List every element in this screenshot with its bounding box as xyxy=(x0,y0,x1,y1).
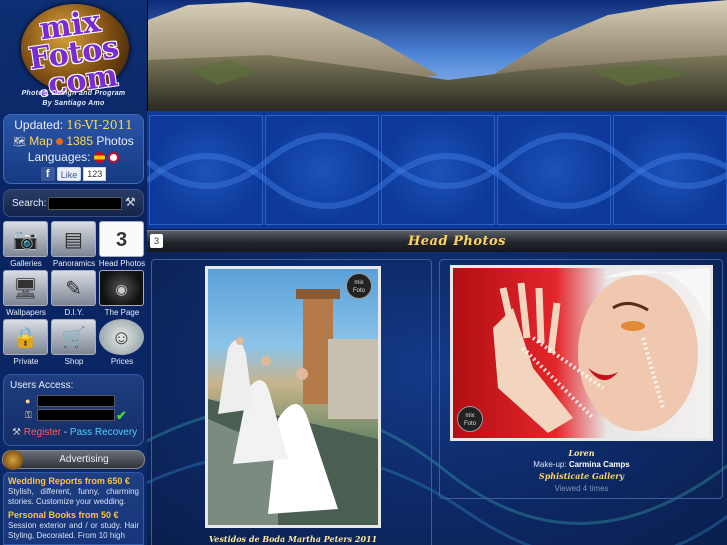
menu-label: Prices xyxy=(110,357,134,366)
search-hammer-icon[interactable]: ⚒ xyxy=(125,195,139,209)
menu-item-the-page[interactable]: ◉ The Page xyxy=(98,270,146,319)
user-icon: ● xyxy=(25,396,31,406)
menu-label: Panoramics xyxy=(52,259,96,268)
check-icon[interactable]: ✔ xyxy=(116,408,127,424)
menu-item-shop[interactable]: 🛒 Shop xyxy=(50,319,98,368)
advertising-header: Advertising xyxy=(2,450,145,470)
menu-label: Private xyxy=(13,357,39,366)
menu-label: Galleries xyxy=(10,259,42,268)
photo-content: mix Foto Vestidos de Boda Martha Peters 2… xyxy=(147,252,727,545)
facebook-like-button[interactable]: Like xyxy=(56,167,82,181)
updated-row: Updated: 16-VI-2011 xyxy=(4,117,143,133)
user-lock-icon: 🔒 xyxy=(3,319,48,355)
promo-title[interactable]: Wedding Reports from 650 € xyxy=(8,476,139,487)
watermark-logo-icon: mix Foto xyxy=(457,406,483,432)
photo-thumbnail-wedding[interactable]: mix Foto xyxy=(205,266,381,528)
panorama-image xyxy=(148,0,727,111)
photo-image: mix Foto xyxy=(453,268,710,438)
promo-title[interactable]: Personal Books from 50 € xyxy=(8,510,139,521)
menu-item-panoramics[interactable]: ▤ Panoramics xyxy=(50,221,98,270)
menu-item-prices[interactable]: ☺ Prices xyxy=(98,319,146,368)
menu-item-head-photos[interactable]: 3 Head Photos xyxy=(98,221,146,270)
search-input[interactable] xyxy=(48,197,122,210)
logo-author: By Santiago Amo xyxy=(42,100,105,107)
menu-label: Wallpapers xyxy=(6,308,46,317)
section-title: Head Photos xyxy=(408,234,506,249)
link-separator: - xyxy=(63,427,68,438)
facebook-like-count: 123 xyxy=(83,167,107,181)
menu-item-galleries[interactable]: 📷 Galleries xyxy=(2,221,50,270)
calendar-icon: 3 xyxy=(99,221,144,257)
site-logo[interactable]: mix Fotos .com Photos, Design and Progra… xyxy=(4,2,143,112)
logo-text: mix Fotos .com xyxy=(26,4,122,105)
facebook-icon[interactable]: f xyxy=(40,167,55,181)
pencil-icon: ✎ xyxy=(51,270,96,306)
password-field[interactable] xyxy=(37,409,115,421)
menu-item-diy[interactable]: ✎ D.I.Y. xyxy=(50,270,98,319)
info-box: Updated: 16-VI-2011 🗺 Map 1385 Photos La… xyxy=(3,114,144,184)
promo-box: Wedding Reports from 650 € Stylish, diff… xyxy=(3,472,144,545)
tools-icon: ⚒ xyxy=(12,427,21,438)
photo-caption: Loren xyxy=(568,448,595,458)
register-row: ⚒ Register - Pass Recovery xyxy=(12,427,137,438)
languages-label: Languages: xyxy=(27,150,91,164)
menu-item-private[interactable]: 🔒 Private xyxy=(2,319,50,368)
panorama-banner xyxy=(147,0,727,111)
updated-label: Updated: xyxy=(14,118,63,132)
key-icon: ⚿ xyxy=(25,410,32,420)
map-row: 🗺 Map 1385 Photos xyxy=(4,133,143,149)
main-menu: 📷 Galleries ▤ Panoramics 3 Head Photos 🖥… xyxy=(2,221,145,369)
makeup-photo-art xyxy=(493,268,710,433)
cart-icon: 🛒 xyxy=(51,319,96,355)
gallery-icon: 📷 xyxy=(3,221,48,257)
makeup-credit: Make-up: Carmina Camps xyxy=(450,460,713,469)
users-access-box: Users Access: ● ⚿ ✔ ⚒ Register - Pass Re… xyxy=(3,374,144,446)
advertising-label: Advertising xyxy=(59,454,109,465)
bullet-icon xyxy=(55,138,63,146)
logo-subtitle: Photos, Design and Program xyxy=(21,90,126,97)
pass-recovery-link[interactable]: Pass Recovery xyxy=(70,427,137,438)
users-access-title: Users Access: xyxy=(10,380,74,391)
menu-label: The Page xyxy=(104,308,140,317)
view-count: Viewed 4 times xyxy=(554,484,609,493)
photo-thumbnail-loren[interactable]: mix Foto xyxy=(450,265,713,441)
search-box: Search: ⚒ xyxy=(3,189,144,217)
facebook-like-row: f Like 123 xyxy=(4,167,143,181)
monitor-icon: 🖥 xyxy=(3,270,48,306)
menu-item-wallpapers[interactable]: 🖥 Wallpapers xyxy=(2,270,50,319)
menu-label: D.I.Y. xyxy=(64,308,84,317)
username-field[interactable] xyxy=(37,395,115,407)
promo-text: Stylish, different, funny, charming stor… xyxy=(8,487,139,506)
map-link[interactable]: Map xyxy=(29,134,52,148)
wedding-photo-art xyxy=(208,289,378,525)
decorative-strip xyxy=(147,111,727,229)
sidebar: mix Fotos .com Photos, Design and Progra… xyxy=(0,0,147,545)
gallery-link[interactable]: Sphisticate Gallery xyxy=(450,471,713,481)
logo-icon: ◉ xyxy=(99,270,144,306)
english-flag-icon[interactable] xyxy=(108,152,120,164)
makeup-label: Make-up: xyxy=(533,460,567,469)
deco-swirl xyxy=(147,133,727,209)
register-link[interactable]: Register xyxy=(24,427,61,438)
advertising-logo-icon xyxy=(3,450,23,470)
spanish-flag-icon[interactable] xyxy=(93,152,105,164)
section-header: 3 Head Photos xyxy=(147,230,727,252)
photo-caption: Vestidos de Boda Martha Peters 2011 xyxy=(208,534,378,544)
smiley-icon: ☺ xyxy=(99,319,144,355)
menu-label: Shop xyxy=(64,357,84,366)
photo-image: mix Foto xyxy=(208,269,378,525)
updated-date: 16-VI-2011 xyxy=(66,118,133,132)
photo-count: 1385 xyxy=(66,134,94,148)
search-label: Search: xyxy=(12,198,47,209)
calendar-icon: 3 xyxy=(150,234,163,248)
map-icon: 🗺 xyxy=(13,137,26,148)
photos-label: Photos xyxy=(96,134,134,148)
languages-row: Languages: xyxy=(4,149,143,165)
promo-text: Session exterior and / or study. Hair St… xyxy=(8,521,139,540)
makeup-artist: Carmina Camps xyxy=(568,460,630,469)
watermark-logo-icon: mix Foto xyxy=(346,273,372,299)
panorama-icon: ▤ xyxy=(51,221,96,257)
menu-label: Head Photos xyxy=(98,259,146,268)
